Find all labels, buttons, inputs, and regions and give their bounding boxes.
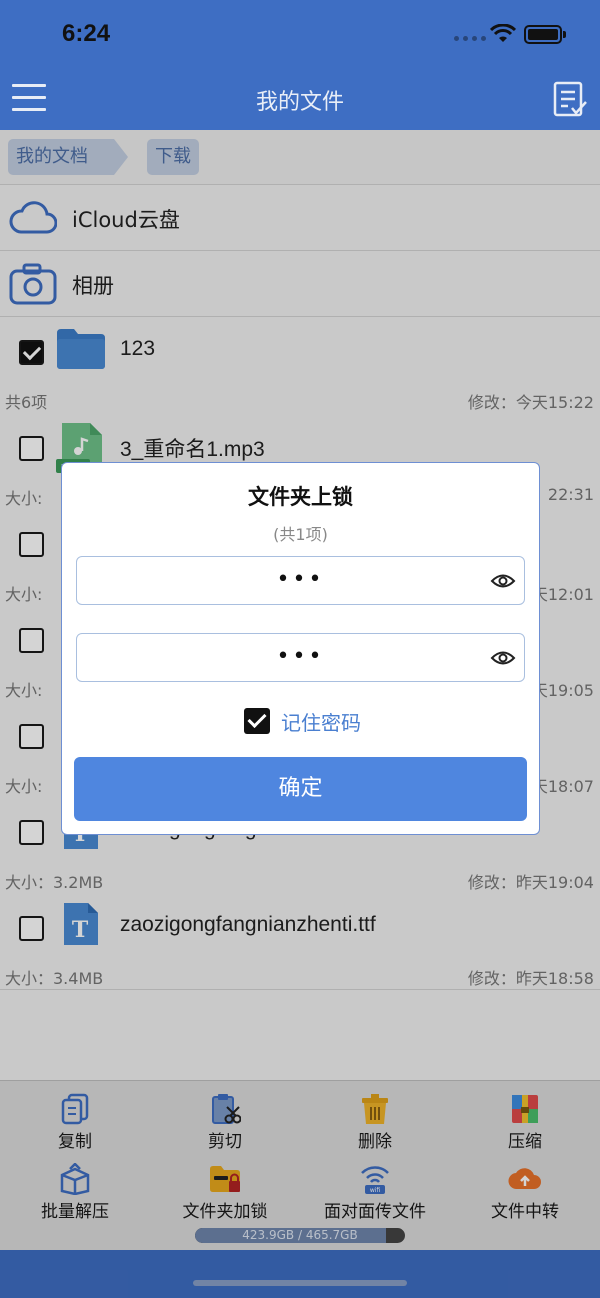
password-field[interactable]: ••• <box>76 556 525 605</box>
eye-icon[interactable] <box>490 646 516 670</box>
page-title: 我的文件 <box>255 90 344 115</box>
password-value: ••• <box>276 644 325 669</box>
confirm-password-field[interactable]: ••• <box>76 633 525 682</box>
signal-icon <box>454 36 486 41</box>
battery-icon <box>524 25 566 44</box>
nav-bar: 我的文件 <box>0 70 600 130</box>
status-time: 6:24 <box>62 20 111 47</box>
remember-password-checkbox[interactable] <box>244 708 270 734</box>
confirm-button[interactable]: 确定 <box>74 757 527 821</box>
password-value: ••• <box>276 567 325 592</box>
remember-password-label: 记住密码 <box>281 711 361 735</box>
eye-icon[interactable] <box>490 569 516 593</box>
folder-lock-dialog: 文件夹上锁 (共1项) ••• ••• 记住密码 确定 <box>61 462 540 835</box>
dialog-title: 文件夹上锁 <box>248 485 353 509</box>
wifi-icon <box>490 24 516 42</box>
dialog-subtitle: (共1项) <box>273 525 328 544</box>
status-bar: 6:24 <box>0 0 600 70</box>
edit-list-icon[interactable] <box>552 80 588 118</box>
